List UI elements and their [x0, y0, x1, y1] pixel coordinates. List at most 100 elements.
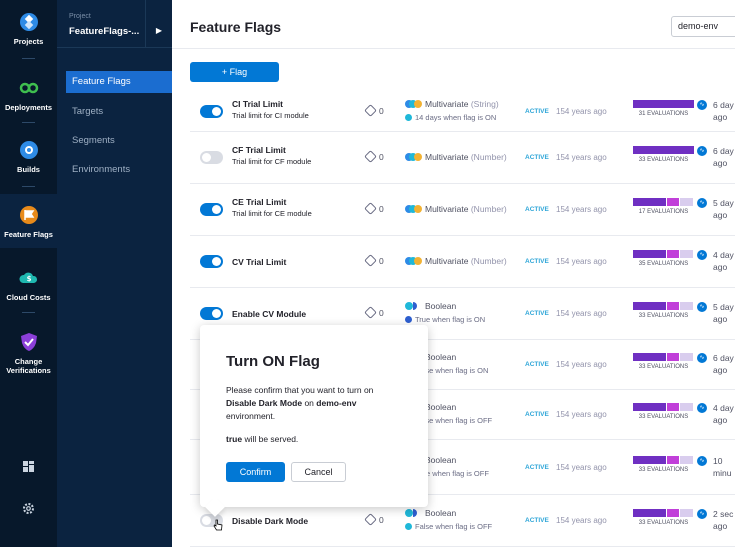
evaluation-bar-segment — [667, 509, 679, 517]
activity-icon: ∿ — [697, 302, 707, 312]
last-evaluated-value: 4 day — [713, 403, 734, 413]
nav-item-builds[interactable]: Builds — [0, 140, 57, 176]
modified-time: 154 years ago — [556, 257, 607, 266]
flag-tags[interactable]: 0 — [364, 202, 384, 215]
last-evaluated-value: 6 day — [713, 100, 734, 110]
nav-divider — [22, 186, 35, 187]
flag-tags[interactable]: 0 — [364, 513, 384, 526]
flag-toggle[interactable] — [200, 105, 223, 118]
flag-name[interactable]: CI Trial Limit — [232, 99, 283, 109]
flag-tags[interactable]: 0 — [364, 254, 384, 267]
flag-name[interactable]: CE Trial Limit — [232, 197, 286, 207]
tag-icon — [364, 202, 377, 215]
nav-item-cloud-costs[interactable]: $ Cloud Costs — [0, 268, 57, 302]
last-evaluated: 6 day ago — [713, 145, 735, 169]
evaluation-count: 33 EVALUATIONS — [638, 313, 689, 319]
tag-icon — [364, 306, 377, 319]
settings-gear-icon[interactable] — [22, 502, 35, 515]
sidebar-item-targets[interactable]: Targets — [66, 101, 172, 123]
flag-toggle[interactable] — [200, 203, 223, 216]
flag-toggle[interactable] — [200, 255, 223, 268]
variation-served-note: False when flag is OFF — [405, 522, 492, 531]
sidebar-item-environments[interactable]: Environments — [66, 159, 172, 181]
flag-name[interactable]: Disable Dark Mode — [232, 516, 308, 526]
variation-dots-icon — [405, 257, 422, 265]
flag-name[interactable]: Enable CV Module — [232, 309, 306, 319]
dialog-served-value: true — [226, 434, 243, 444]
flag-tags[interactable]: 0 — [364, 150, 384, 163]
tag-icon — [364, 150, 377, 163]
sidebar-item-feature-flags[interactable]: Feature Flags — [66, 71, 172, 93]
dashboard-grid-icon[interactable] — [22, 460, 35, 473]
evaluation-bar-segment — [680, 456, 693, 464]
flag-row[interactable]: CE Trial Limit Trial limit for CE module 0… — [190, 184, 735, 236]
evaluation-bar — [633, 100, 694, 108]
confirm-button[interactable]: Confirm — [226, 462, 285, 482]
evaluation-count: 33 EVALUATIONS — [638, 467, 689, 473]
flag-row[interactable]: CI Trial Limit Trial limit for CI module 0… — [190, 92, 735, 132]
flag-tags[interactable]: 0 — [364, 104, 384, 117]
evaluation-bar — [633, 198, 694, 206]
nav-label: Verifications — [6, 366, 51, 375]
project-selector[interactable]: Project FeatureFlags-... ▶ — [57, 0, 172, 48]
dialog-message: Please confirm that you want to turn on … — [226, 384, 406, 423]
last-evaluated-suffix: ago — [713, 365, 728, 375]
modified-time: 154 years ago — [556, 205, 607, 214]
flag-name[interactable]: CV Trial Limit — [232, 257, 286, 267]
nav-item-projects[interactable]: Projects — [0, 12, 57, 50]
flag-row[interactable]: CV Trial Limit 0 Multivariate (Number) ACTI… — [190, 236, 735, 288]
nav-label: Builds — [17, 165, 40, 174]
nav-item-feature-flags[interactable]: Feature Flags — [0, 194, 57, 248]
variation-subtype: (Number) — [470, 152, 507, 162]
modified-time: 154 years ago — [556, 153, 607, 162]
dialog-text: on — [304, 398, 314, 408]
flag-toggle[interactable] — [200, 151, 223, 164]
last-evaluated: 5 day ago — [713, 301, 735, 325]
last-evaluated-suffix: ago — [713, 521, 728, 531]
flag-variation-type: Multivariate (String) — [405, 99, 499, 109]
status-badge: ACTIVE — [525, 464, 549, 471]
add-flag-button[interactable]: + Flag — [190, 62, 279, 82]
evaluation-bar-segment — [667, 198, 679, 206]
last-evaluated-value: 6 day — [713, 353, 734, 363]
toggle-knob — [202, 516, 211, 525]
flag-row[interactable]: CF Trial Limit Trial limit for CF module 0… — [190, 132, 735, 184]
last-evaluated-value: 5 day — [713, 302, 734, 312]
cancel-button[interactable]: Cancel — [291, 462, 346, 482]
variation-subtype: (Number) — [470, 204, 507, 214]
evaluation-bar-segment — [633, 250, 666, 258]
flag-variation-type: Multivariate (Number) — [405, 256, 507, 266]
nav-item-deployments[interactable]: Deployments — [0, 78, 57, 112]
last-evaluated: 2 sec ago — [713, 508, 735, 532]
flag-name[interactable]: CF Trial Limit — [232, 145, 286, 155]
last-evaluated-value: 4 day — [713, 250, 734, 260]
last-evaluated-suffix: ago — [713, 158, 728, 168]
project-name: FeatureFlags-... — [69, 26, 140, 37]
last-evaluated-value: 10 — [713, 456, 723, 466]
nav-divider — [22, 122, 35, 123]
modified-time: 154 years ago — [556, 410, 607, 419]
evaluation-bar-segment — [633, 353, 666, 361]
environment-select[interactable]: demo-env — [671, 16, 735, 37]
evaluation-count: 31 EVALUATIONS — [638, 111, 689, 117]
evaluation-bar — [633, 456, 694, 464]
sidebar-item-segments[interactable]: Segments — [66, 130, 172, 152]
evaluation-bar-segment — [667, 250, 679, 258]
svg-text:$: $ — [26, 275, 31, 283]
project-sidebar: Project FeatureFlags-... ▶ Feature Flags… — [57, 0, 172, 547]
header-divider — [172, 48, 735, 49]
last-evaluated-suffix: minu — [713, 468, 732, 478]
flag-tags[interactable]: 0 — [364, 306, 384, 319]
status-badge: ACTIVE — [525, 310, 549, 317]
variation-dot-icon — [405, 523, 412, 530]
chevron-right-icon[interactable]: ▶ — [145, 0, 172, 48]
evaluation-bar — [633, 353, 694, 361]
status-badge: ACTIVE — [525, 517, 549, 524]
nav-item-change-verifications[interactable]: Change Verifications — [0, 332, 57, 376]
status-badge: ACTIVE — [525, 411, 549, 418]
last-evaluated-value: 6 day — [713, 146, 734, 156]
status-badge: ACTIVE — [525, 361, 549, 368]
hand-cursor-icon — [213, 519, 223, 531]
variation-served-note: True when flag is ON — [405, 315, 485, 324]
flag-toggle[interactable] — [200, 307, 223, 320]
